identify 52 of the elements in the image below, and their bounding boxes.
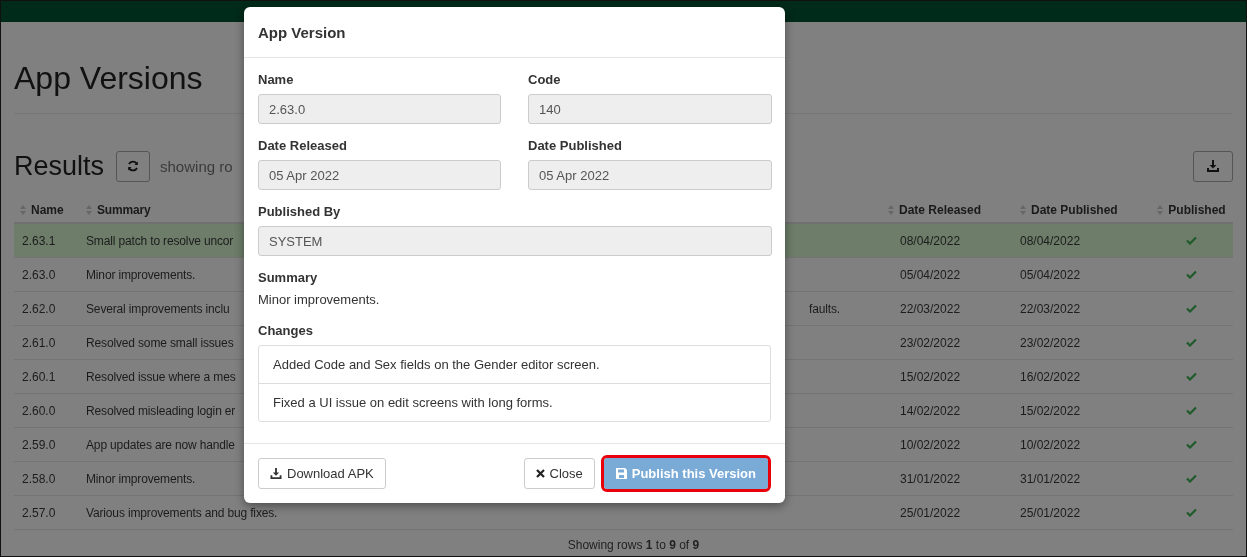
table-cell-text: 08/04/2022 xyxy=(900,233,962,248)
table-cell-text: 10/02/2022 xyxy=(900,437,962,452)
table-cell-text: 14/02/2022 xyxy=(900,403,962,418)
table-cell: Resolved misleading login er xyxy=(86,403,236,418)
modal-title: App Version xyxy=(258,23,346,41)
table-cell-text: 2.59.0 xyxy=(21,437,57,452)
table-cell: Various improvements and bug fixes. xyxy=(86,505,278,520)
table-cell-text: 15/02/2022 xyxy=(1020,403,1082,418)
summary-text: Minor improvements. xyxy=(258,292,381,307)
table-cell-text: 05/04/2022 xyxy=(1020,267,1082,282)
table-cell-text: 22/03/2022 xyxy=(900,301,962,316)
table-cell-text: 2.60.0 xyxy=(21,403,57,418)
table-cell: faults. xyxy=(809,301,840,316)
table-cell: Resolved issue where a mes xyxy=(86,369,236,384)
table-cell-text: 23/02/2022 xyxy=(900,335,962,350)
field-label: Name xyxy=(258,72,295,88)
change-item: Added Code and Sex fields on the Gender editor screen. xyxy=(272,356,601,374)
table-cell-text: 2.57.0 xyxy=(21,505,57,520)
change-item: Fixed a UI issue on edit screens with long forms. xyxy=(259,383,770,421)
page-title: App Versions xyxy=(14,59,203,98)
table-cell-text: 10/02/2022 xyxy=(1020,437,1082,452)
table-cell-text: 2.63.1 xyxy=(21,233,57,248)
field-label: Changes xyxy=(258,323,314,339)
table-cell: Resolved some small issues xyxy=(86,335,234,350)
table-cell: Several improvements inclu xyxy=(86,301,230,316)
field-label: Date Released xyxy=(258,138,348,154)
table-cell: Small patch to resolve uncor xyxy=(86,233,234,248)
table-cell: Minor improvements. xyxy=(86,267,196,282)
field-label: Code xyxy=(528,72,562,88)
table-cell-text: 31/01/2022 xyxy=(1020,471,1082,486)
showing-text: showing ro xyxy=(160,157,233,175)
table-cell-text: 2.60.1 xyxy=(21,369,57,384)
table-cell-text: 05/04/2022 xyxy=(900,267,962,282)
table-cell-text: 2.58.0 xyxy=(21,471,57,486)
pagination-text: Showing rows 1 to 9 of 9 xyxy=(566,538,701,552)
table-cell-text: 2.62.0 xyxy=(21,301,57,316)
table-cell-text: 25/01/2022 xyxy=(900,505,962,520)
table-cell-text: 15/02/2022 xyxy=(900,369,962,384)
field-label: Date Published xyxy=(528,138,623,154)
table-cell-text: 25/01/2022 xyxy=(1020,505,1082,520)
table-cell-text: 23/02/2022 xyxy=(1020,335,1082,350)
results-heading: Results xyxy=(14,150,105,182)
table-cell-text: 22/03/2022 xyxy=(1020,301,1082,316)
table-cell-text: 31/01/2022 xyxy=(900,471,962,486)
field-label: Summary xyxy=(258,270,319,286)
table-cell-text: 16/02/2022 xyxy=(1020,369,1082,384)
field-label: Published By xyxy=(258,204,342,220)
table-cell: App updates are now handle xyxy=(86,437,235,452)
table-cell-text: 2.63.0 xyxy=(21,267,57,282)
table-cell: Minor improvements. xyxy=(86,471,196,486)
table-cell-text: 08/04/2022 xyxy=(1020,233,1082,248)
table-cell-text: 2.61.0 xyxy=(21,335,57,350)
